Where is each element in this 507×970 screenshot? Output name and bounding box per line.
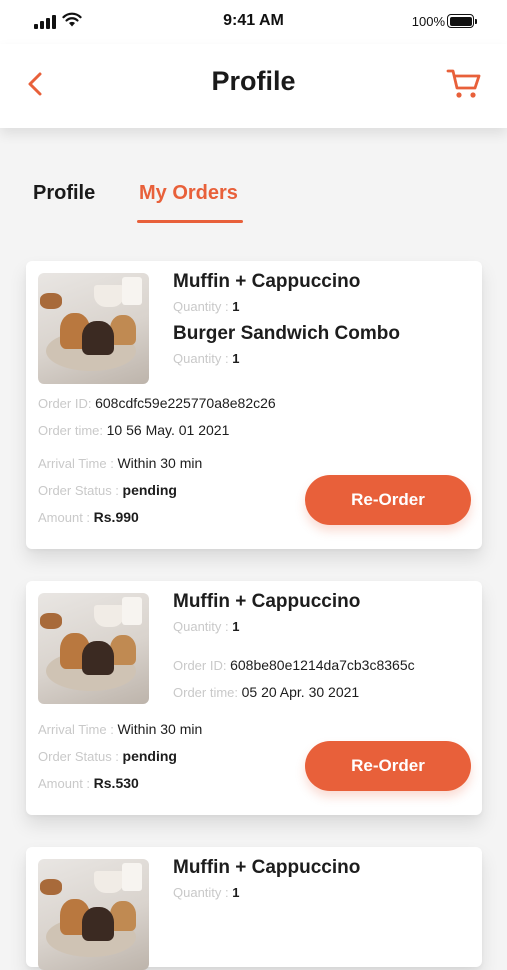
order-card: Muffin + Cappuccino Quantity : 1 [26, 847, 482, 970]
battery-icon [447, 14, 477, 28]
arrival-time-row: Arrival Time : Within 30 min [38, 455, 202, 471]
order-status-row: Order Status : pending [38, 482, 177, 498]
order-id-row: Order ID: 608cdfc59e225770a8e82c26 [38, 395, 276, 411]
order-status-value: pending [122, 748, 177, 764]
quantity-label: Quantity : [173, 299, 229, 314]
battery-percentage: 100% [411, 14, 445, 29]
amount-label: Amount : [38, 510, 91, 525]
quantity-label: Quantity : [173, 885, 229, 900]
order-time-value: 05 20 Apr. 30 2021 [241, 684, 360, 700]
order-id-label: Order ID: [173, 658, 227, 673]
item-quantity: Quantity : 1 [173, 351, 240, 366]
order-time-label: Order time: [173, 685, 239, 700]
order-status-label: Order Status : [38, 749, 119, 764]
quantity-value: 1 [232, 885, 240, 900]
order-status-label: Order Status : [38, 483, 119, 498]
item-name: Muffin + Cappuccino [173, 271, 361, 292]
quantity-value: 1 [232, 351, 240, 366]
tab-profile[interactable]: Profile [33, 182, 95, 205]
quantity-value: 1 [232, 299, 240, 314]
status-bar: 9:41 AM 100% [0, 0, 507, 44]
amount-value: Rs.530 [93, 775, 139, 791]
item-name: Burger Sandwich Combo [173, 323, 400, 344]
order-status-row: Order Status : pending [38, 748, 177, 764]
arrival-time-value: Within 30 min [117, 721, 203, 737]
item-name: Muffin + Cappuccino [173, 591, 361, 612]
item-quantity: Quantity : 1 [173, 885, 240, 900]
app-header: Profile [0, 44, 507, 128]
amount-row: Amount : Rs.990 [38, 509, 139, 525]
order-item-image [38, 593, 149, 704]
quantity-label: Quantity : [173, 619, 229, 634]
order-id-value: 608be80e1214da7cb3c8365c [230, 657, 415, 673]
order-item-image [38, 859, 149, 970]
order-time-row: Order time: 10 56 May. 01 2021 [38, 422, 229, 438]
amount-value: Rs.990 [93, 509, 139, 525]
order-id-label: Order ID: [38, 396, 92, 411]
order-card: Muffin + Cappuccino Quantity : 1 Order I… [26, 581, 482, 815]
reorder-button[interactable]: Re-Order [305, 475, 471, 525]
order-card: Muffin + Cappuccino Quantity : 1 Burger … [26, 261, 482, 549]
cart-icon[interactable] [445, 66, 483, 102]
profile-tabs: Profile My Orders [0, 128, 507, 224]
arrival-time-row: Arrival Time : Within 30 min [38, 721, 202, 737]
page-title: Profile [211, 66, 296, 96]
quantity-label: Quantity : [173, 351, 229, 366]
reorder-button[interactable]: Re-Order [305, 741, 471, 791]
quantity-value: 1 [232, 619, 240, 634]
item-name: Muffin + Cappuccino [173, 857, 361, 878]
order-time-value: 10 56 May. 01 2021 [106, 422, 230, 438]
amount-row: Amount : Rs.530 [38, 775, 139, 791]
item-quantity: Quantity : 1 [173, 299, 240, 314]
order-time-row: Order time: 05 20 Apr. 30 2021 [173, 684, 359, 700]
active-tab-indicator [137, 220, 243, 223]
order-id-value: 608cdfc59e225770a8e82c26 [95, 395, 276, 411]
arrival-time-label: Arrival Time : [38, 456, 114, 471]
order-status-value: pending [122, 482, 177, 498]
tab-my-orders[interactable]: My Orders [139, 182, 238, 205]
item-quantity: Quantity : 1 [173, 619, 240, 634]
order-time-label: Order time: [38, 423, 104, 438]
arrival-time-value: Within 30 min [117, 455, 203, 471]
order-id-row: Order ID: 608be80e1214da7cb3c8365c [173, 657, 415, 673]
order-item-image [38, 273, 149, 384]
amount-label: Amount : [38, 776, 91, 791]
arrival-time-label: Arrival Time : [38, 722, 114, 737]
